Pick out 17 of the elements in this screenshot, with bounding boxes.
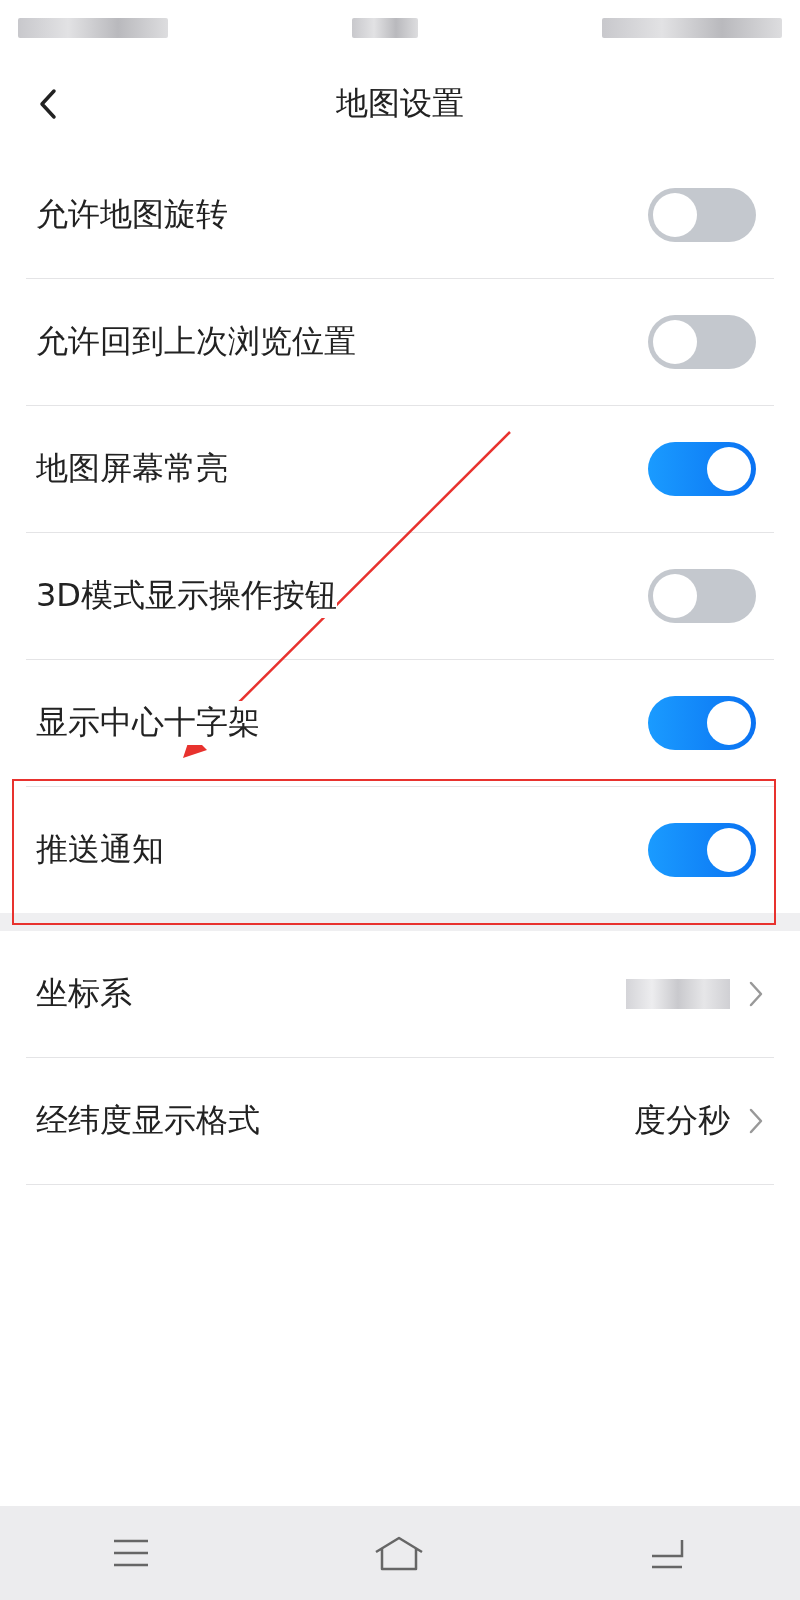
page-title: 地图设置	[336, 83, 464, 124]
chevron-right-icon	[748, 980, 764, 1008]
toggle-switch[interactable]	[648, 315, 756, 369]
back-icon	[38, 88, 58, 120]
toggle-switch[interactable]	[648, 442, 756, 496]
toggle-switch[interactable]	[648, 569, 756, 623]
blurred-status-text	[352, 18, 418, 38]
home-button[interactable]	[373, 1535, 425, 1571]
chevron-right-icon	[748, 1107, 764, 1135]
home-icon	[373, 1535, 425, 1571]
toggle-switch[interactable]	[648, 188, 756, 242]
toggle-switch[interactable]	[648, 696, 756, 750]
toggle-switch[interactable]	[648, 823, 756, 877]
setting-value: 度分秒	[634, 1100, 730, 1141]
setting-label: 显示中心十字架	[36, 701, 260, 745]
menu-icon	[111, 1538, 150, 1568]
menu-button[interactable]	[111, 1538, 150, 1568]
